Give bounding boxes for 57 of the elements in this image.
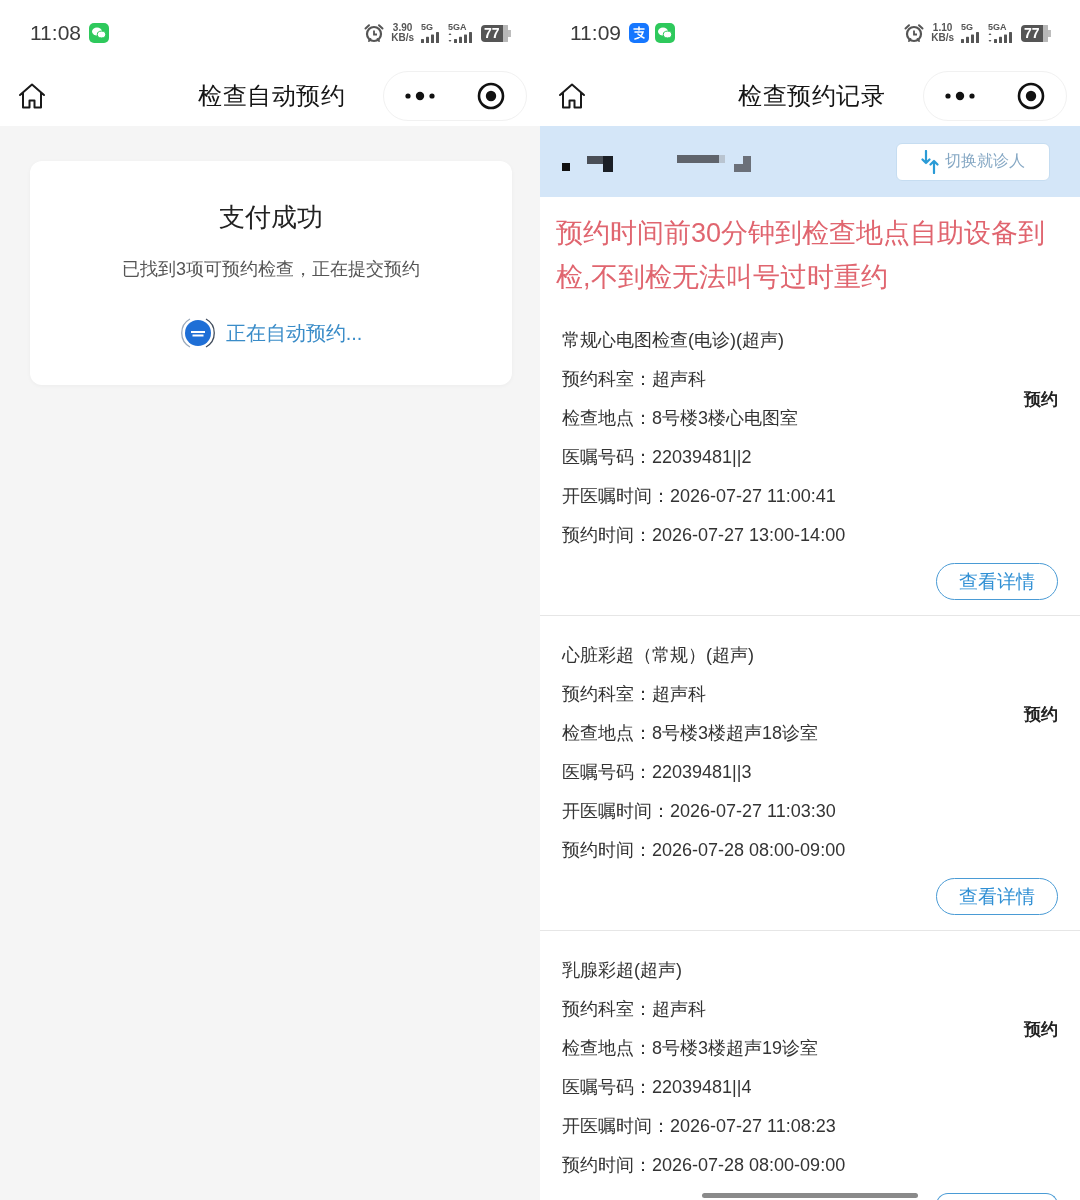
network-speed-unit: KB/s: [391, 33, 414, 43]
alarm-clock-icon: [904, 23, 925, 43]
swap-arrows-icon: [921, 149, 939, 174]
appointment-status: 预约: [1024, 704, 1058, 726]
chat-app-icon: [89, 23, 109, 43]
record-field: 预约时间：2026-07-27 13:00-14:00: [562, 516, 1024, 555]
target-icon: [1016, 82, 1045, 110]
appointment-status: 预约: [1024, 1019, 1058, 1041]
view-details-button[interactable]: 查看详情: [936, 563, 1058, 600]
page-title: 检查预约记录: [738, 81, 885, 111]
network-speed-unit: KB/s: [931, 33, 954, 43]
alarm-clock-icon: [364, 23, 385, 43]
record-field: 开医嘱时间：2026-07-27 11:03:30: [562, 792, 1024, 831]
network-type-label: 5GA: [988, 23, 1007, 32]
appointment-status: 预约: [1024, 389, 1058, 411]
progress-text: 正在自动预约...: [225, 320, 363, 346]
signal-bars-icon: [961, 32, 981, 43]
record-field: 医嘱号码：22039481||3: [562, 753, 1024, 792]
record-field: 预约科室：超声科: [562, 675, 1024, 714]
signal-bars-icon: [448, 32, 474, 43]
status-time: 11:08: [30, 21, 81, 45]
record-field: 检查地点：8号楼3楼超声18诊室: [562, 714, 1024, 753]
chat-app-icon: [655, 23, 675, 43]
exam-name: 心脏彩超（常规）(超声): [562, 644, 755, 667]
result-message: 已找到3项可预约检查，正在提交预约: [122, 258, 420, 281]
network-type-label: 5G: [421, 23, 433, 32]
view-details-button[interactable]: 查看详情: [936, 878, 1058, 915]
battery-indicator: 77: [481, 24, 511, 42]
switch-patient-button[interactable]: 切换就诊人: [896, 142, 1050, 181]
record-field: 检查地点：8号楼3楼心电图室: [562, 399, 1024, 438]
home-icon: [558, 83, 586, 109]
more-icon: [404, 91, 435, 101]
network-speed: 1.10: [932, 23, 953, 33]
battery-indicator: 77: [1021, 24, 1051, 42]
result-title: 支付成功: [219, 201, 323, 233]
home-icon: [18, 83, 46, 109]
network-speed: 3.90: [392, 23, 413, 33]
page-title: 检查自动预约: [198, 81, 345, 111]
record-field: 开医嘱时间：2026-07-27 11:00:41: [562, 477, 1024, 516]
record-field: 开医嘱时间：2026-07-27 11:08:23: [562, 1107, 1024, 1146]
status-time: 11:09: [570, 21, 621, 45]
exam-name: 乳腺彩超(超声): [562, 959, 683, 982]
record-field: 医嘱号码：22039481||4: [562, 1068, 1024, 1107]
record-field: 预约科室：超声科: [562, 360, 1024, 399]
network-type-label: 5GA: [448, 23, 467, 32]
record-field: 预约科室：超声科: [562, 990, 1024, 1029]
payment-app-icon: [629, 23, 649, 43]
exam-name: 常规心电图检查(电诊)(超声): [562, 329, 785, 352]
network-type-label: 5G: [961, 23, 973, 32]
target-icon: [476, 82, 505, 110]
record-field: 预约时间：2026-07-28 08:00-09:00: [562, 1146, 1024, 1185]
record-field: 预约时间：2026-07-28 08:00-09:00: [562, 831, 1024, 870]
more-icon: [944, 91, 975, 101]
record-field: 检查地点：8号楼3楼超声19诊室: [562, 1029, 1024, 1068]
signal-bars-icon: [988, 32, 1014, 43]
record-field: 医嘱号码：22039481||2: [562, 438, 1024, 477]
signal-bars-icon: [421, 32, 441, 43]
